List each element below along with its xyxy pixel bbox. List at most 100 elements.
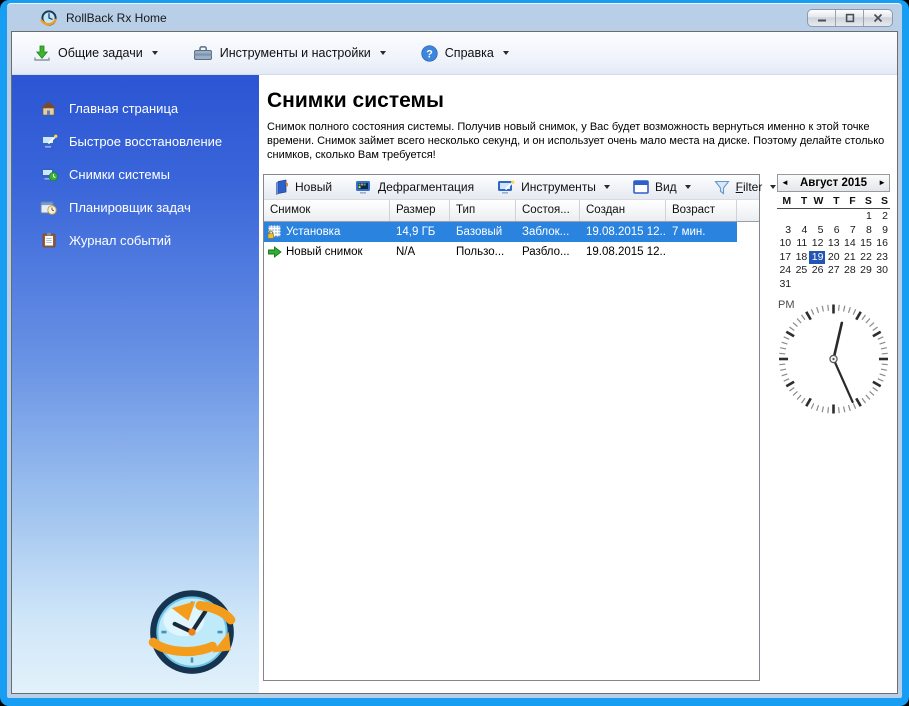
calendar-day[interactable]: 15	[858, 237, 874, 251]
dropdown-arrow-icon	[379, 51, 386, 55]
calendar-day[interactable]: 7	[842, 224, 858, 238]
toolbar-label: Вид	[654, 180, 677, 194]
new-snapshot-arrow-icon	[264, 245, 286, 259]
analog-clock	[779, 304, 888, 414]
menu-tools-settings[interactable]: Инструменты и настройки	[193, 45, 386, 61]
calendar-weekdays: MTWTFSS	[777, 195, 890, 209]
sidebar-item-label: Снимки системы	[69, 166, 170, 182]
calendar-day[interactable]: 14	[842, 237, 858, 251]
toolbar-defrag-button[interactable]: Дефрагментация	[355, 180, 474, 195]
app-window: RollBack Rx Home Общие задачи Инструмент…	[0, 0, 909, 706]
calendar-day-empty	[825, 278, 841, 292]
calendar-day[interactable]: 10	[777, 237, 793, 251]
calendar-day[interactable]: 30	[874, 264, 890, 278]
calendar-day[interactable]: 17	[777, 251, 793, 265]
column-header-state[interactable]: Состоя...	[516, 200, 580, 221]
event-log-icon	[39, 232, 58, 249]
sidebar-item-event-log[interactable]: Журнал событий	[12, 230, 259, 250]
calendar-day[interactable]: 11	[793, 237, 809, 251]
sidebar-item-home[interactable]: Главная страница	[12, 98, 259, 118]
home-icon	[39, 100, 58, 117]
sidebar-item-scheduler[interactable]: Планировщик задач	[12, 197, 259, 217]
calendar-day[interactable]: 1	[858, 210, 874, 224]
minimize-icon	[817, 19, 826, 22]
calendar-weekday: T	[800, 195, 808, 207]
calendar-day[interactable]: 19	[809, 250, 826, 264]
calendar-day[interactable]: 22	[858, 251, 874, 265]
toolbar-new-button[interactable]: Новый	[274, 179, 332, 195]
calendar-grid: 1 2 3 4 5 6 7 8 9 10 11 12 13 14 15 16 17 18 19 20 21 22 23 24 2…	[777, 210, 890, 291]
view-window-icon	[633, 180, 649, 194]
cell-state: Заблок...	[522, 226, 570, 238]
calendar-day[interactable]: 12	[809, 237, 825, 251]
calendar-day[interactable]: 18	[793, 251, 809, 265]
cell-created: 19.08.2015 12...	[586, 246, 666, 258]
clock-area: PM	[777, 299, 890, 422]
close-button[interactable]	[864, 10, 892, 26]
column-header-type[interactable]: Тип	[450, 200, 516, 221]
menu-label: Общие задачи	[58, 46, 143, 60]
cell-size: N/A	[396, 246, 416, 258]
toolbar-filter-button[interactable]: Filter	[714, 180, 777, 195]
svg-text:?: ?	[426, 48, 433, 60]
menu-label: Инструменты и настройки	[219, 46, 371, 60]
dropdown-arrow-icon	[770, 185, 777, 189]
calendar-day[interactable]: 8	[858, 224, 874, 238]
calendar-day[interactable]: 24	[777, 264, 793, 278]
calendar-day[interactable]: 21	[842, 251, 858, 265]
column-header-snapshot[interactable]: Снимок	[264, 200, 390, 221]
table-row-ustanovka[interactable]: Установка 14,9 ГБ Базовый Заблок... 19.0…	[264, 222, 737, 242]
calendar-day[interactable]: 27	[825, 264, 841, 278]
table-row-new-snapshot[interactable]: Новый снимок N/A Пользо... Разбло... 19.…	[264, 242, 737, 262]
calendar-day[interactable]: 2	[874, 210, 890, 224]
calendar-day[interactable]: 23	[874, 251, 890, 265]
calendar-day[interactable]: 9	[874, 224, 890, 238]
calendar-day[interactable]: 13	[825, 237, 841, 251]
calendar-day[interactable]: 31	[777, 278, 793, 292]
page-description: Снимок полного состояния системы. Получи…	[267, 121, 885, 161]
sidebar-item-label: Планировщик задач	[69, 199, 191, 215]
calendar-prev-icon[interactable]: ◄	[781, 179, 789, 187]
window-chrome: RollBack Rx Home Общие задачи Инструмент…	[7, 3, 902, 698]
calendar-day[interactable]: 29	[858, 264, 874, 278]
calendar-day[interactable]: 28	[842, 264, 858, 278]
download-arrow-icon	[34, 45, 50, 61]
snapshot-toolbar: Новый Дефрагментация Инструменты Вид Fil…	[264, 175, 777, 200]
titlebar[interactable]: RollBack Rx Home	[7, 4, 902, 31]
sidebar: Главная страница Быстрое восстановление …	[12, 75, 259, 693]
calendar-day-empty	[777, 210, 793, 224]
calendar-day-empty	[842, 210, 858, 224]
calendar-month-label[interactable]: Август 2015	[800, 177, 867, 189]
calendar-day[interactable]: 3	[777, 224, 793, 238]
sidebar-item-quick-restore[interactable]: Быстрое восстановление	[12, 131, 259, 151]
calendar-day[interactable]: 4	[793, 224, 809, 238]
cell-size: 14,9 ГБ	[396, 226, 436, 238]
menu-common-tasks[interactable]: Общие задачи	[33, 45, 158, 61]
calendar-next-icon[interactable]: ►	[878, 179, 886, 187]
calendar-day[interactable]: 20	[825, 251, 841, 265]
menubar: Общие задачи Инструменты и настройки ? С…	[12, 32, 897, 75]
menu-help[interactable]: ? Справка	[421, 44, 509, 62]
calendar-day[interactable]: 6	[825, 224, 841, 238]
sidebar-item-snapshots[interactable]: Снимки системы	[12, 164, 259, 184]
calendar-day[interactable]: 26	[809, 264, 825, 278]
calendar-day-empty	[858, 278, 874, 292]
calendar-day[interactable]: 16	[874, 237, 890, 251]
calendar-day-empty	[793, 210, 809, 224]
column-header-size[interactable]: Размер	[390, 200, 450, 221]
calendar-day[interactable]: 25	[793, 264, 809, 278]
toolbar-label: Инструменты	[521, 180, 596, 194]
minimize-button[interactable]	[808, 10, 836, 26]
column-header-created[interactable]: Создан	[580, 200, 666, 221]
toolbar-view-button[interactable]: Вид	[633, 180, 691, 194]
column-header-age[interactable]: Возраст	[666, 200, 737, 221]
monitor-wand-icon	[39, 133, 58, 150]
calendar-day-empty	[874, 278, 890, 292]
maximize-button[interactable]	[836, 10, 864, 26]
dropdown-arrow-icon	[603, 185, 610, 189]
calendar-day[interactable]: 5	[809, 224, 825, 238]
help-icon: ?	[421, 44, 438, 62]
base-snapshot-lock-icon	[264, 225, 286, 239]
toolbar-tools-button[interactable]: Инструменты	[497, 180, 610, 195]
tools-monitor-icon	[498, 180, 515, 194]
